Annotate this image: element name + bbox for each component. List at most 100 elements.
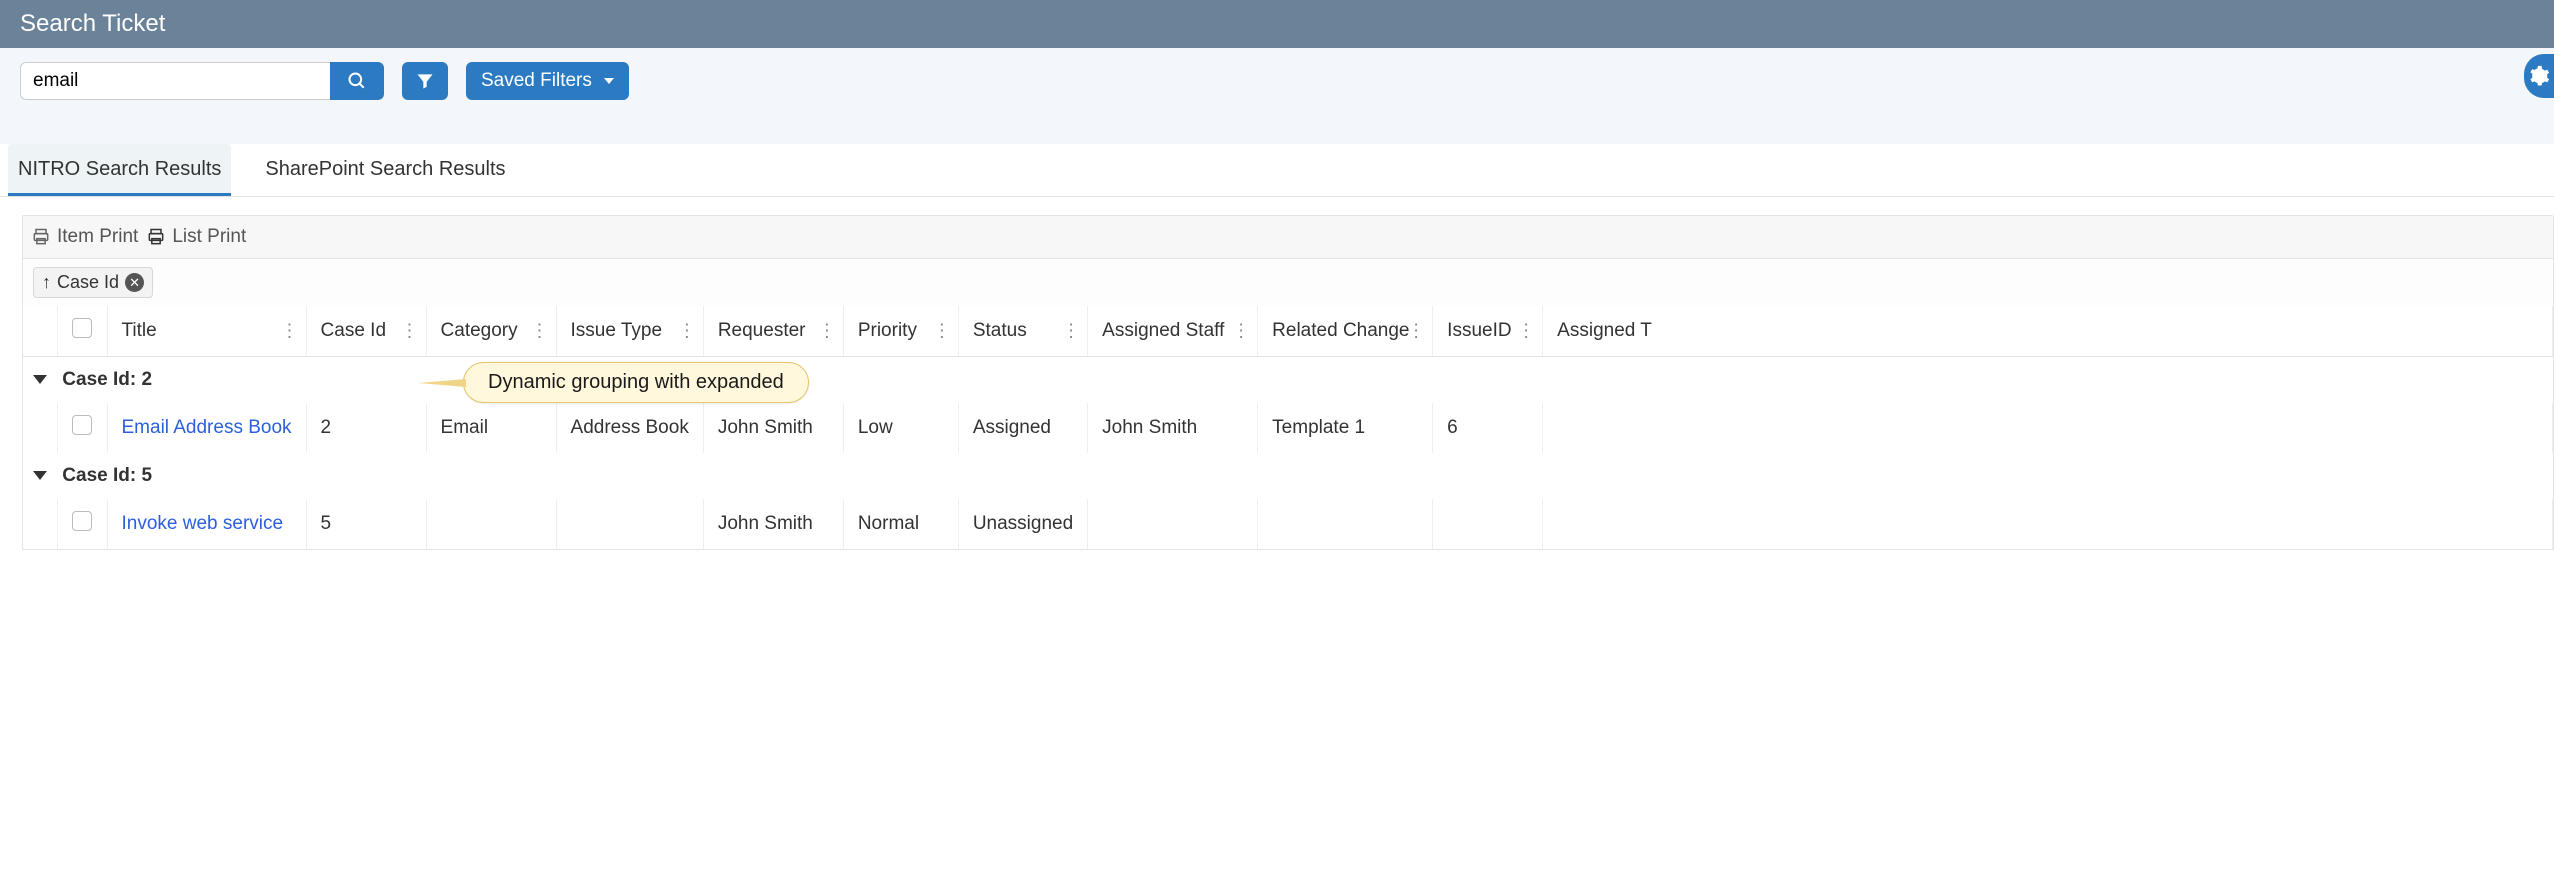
group-header-text: Case Id: 2 xyxy=(62,369,152,390)
col-label: Assigned Staff xyxy=(1102,320,1224,341)
tab-sharepoint-results[interactable]: SharePoint Search Results xyxy=(255,144,515,196)
callout-tail-icon xyxy=(418,379,466,387)
printer-icon xyxy=(31,227,51,247)
col-issueid[interactable]: IssueID ⋮ xyxy=(1433,306,1543,357)
col-assigned-t[interactable]: Assigned T xyxy=(1543,306,2553,357)
settings-tab[interactable] xyxy=(2524,54,2554,98)
column-menu-icon[interactable]: ⋮ xyxy=(818,321,835,342)
item-print-button[interactable]: Item Print xyxy=(31,226,138,248)
cell-related-change: Template 1 xyxy=(1258,403,1433,453)
cell-case-id: 5 xyxy=(306,499,426,549)
collapse-icon[interactable] xyxy=(33,375,47,384)
cell-issueid: 6 xyxy=(1433,403,1543,453)
col-label: Category xyxy=(441,320,518,341)
column-menu-icon[interactable]: ⋮ xyxy=(933,321,950,342)
funnel-icon xyxy=(415,71,435,91)
table-row: Email Address Book 2 Email Address Book … xyxy=(23,403,2553,453)
col-category[interactable]: Category ⋮ xyxy=(426,306,556,357)
cell-category xyxy=(426,499,556,549)
header-row: Title ⋮ Case Id ⋮ Category ⋮ Issue Type … xyxy=(23,306,2553,357)
select-all-checkbox[interactable] xyxy=(72,318,92,338)
column-menu-icon[interactable]: ⋮ xyxy=(531,321,548,342)
col-label: Title xyxy=(122,320,157,341)
remove-grouping-icon[interactable]: ✕ xyxy=(125,273,144,292)
search-button[interactable] xyxy=(330,62,384,100)
column-menu-icon[interactable]: ⋮ xyxy=(1517,321,1534,342)
toolbar: Saved Filters xyxy=(0,48,2554,144)
col-label: Issue Type xyxy=(571,320,663,341)
list-print-label: List Print xyxy=(172,226,246,248)
col-expand xyxy=(23,306,57,357)
cell-assigned-t xyxy=(1543,403,2553,453)
cell-case-id: 2 xyxy=(306,403,426,453)
collapse-icon[interactable] xyxy=(33,471,47,480)
group-tag-case-id[interactable]: ↑ Case Id ✕ xyxy=(33,267,153,298)
col-requester[interactable]: Requester ⋮ xyxy=(703,306,843,357)
col-label: Case Id xyxy=(321,320,386,341)
col-related-change[interactable]: Related Change ⋮ xyxy=(1258,306,1433,357)
cell-requester: John Smith xyxy=(703,499,843,549)
ticket-title-link[interactable]: Invoke web service xyxy=(122,513,284,534)
column-menu-icon[interactable]: ⋮ xyxy=(281,321,298,342)
search-input[interactable] xyxy=(20,62,330,100)
page-header: Search Ticket xyxy=(0,0,2554,48)
row-checkbox[interactable] xyxy=(72,415,92,435)
results-table-wrap: Dynamic grouping with expanded Title ⋮ C… xyxy=(22,306,2554,550)
cell-issue-type: Address Book xyxy=(556,403,703,453)
print-action-bar: Item Print List Print xyxy=(22,215,2554,259)
grouping-bar: ↑ Case Id ✕ xyxy=(22,259,2554,306)
col-assigned-staff[interactable]: Assigned Staff ⋮ xyxy=(1088,306,1258,357)
cell-status: Unassigned xyxy=(958,499,1087,549)
table-row: Invoke web service 5 John Smith Normal U… xyxy=(23,499,2553,549)
row-checkbox[interactable] xyxy=(72,511,92,531)
item-print-label: Item Print xyxy=(57,226,138,248)
cell-requester: John Smith xyxy=(703,403,843,453)
cell-assigned-staff: John Smith xyxy=(1088,403,1258,453)
saved-filters-label: Saved Filters xyxy=(481,70,592,92)
cell-category: Email xyxy=(426,403,556,453)
col-priority[interactable]: Priority ⋮ xyxy=(843,306,958,357)
column-menu-icon[interactable]: ⋮ xyxy=(401,321,418,342)
col-title[interactable]: Title ⋮ xyxy=(107,306,306,357)
ticket-title-link[interactable]: Email Address Book xyxy=(122,417,292,438)
cell-priority: Normal xyxy=(843,499,958,549)
cell-status: Assigned xyxy=(958,403,1087,453)
column-menu-icon[interactable]: ⋮ xyxy=(1062,321,1079,342)
group-header-text: Case Id: 5 xyxy=(62,465,152,486)
filter-button[interactable] xyxy=(402,62,448,100)
saved-filters-button[interactable]: Saved Filters xyxy=(466,62,629,100)
group-header-row[interactable]: Case Id: 2 xyxy=(23,357,2553,404)
col-select-all xyxy=(57,306,107,357)
col-label: IssueID xyxy=(1447,320,1511,341)
col-label: Assigned T xyxy=(1557,320,1652,341)
col-label: Related Change xyxy=(1272,320,1409,341)
column-menu-icon[interactable]: ⋮ xyxy=(1232,321,1249,342)
list-print-button[interactable]: List Print xyxy=(146,226,246,248)
col-label: Requester xyxy=(718,320,806,341)
cell-issueid xyxy=(1433,499,1543,549)
annotation-callout: Dynamic grouping with expanded xyxy=(463,362,809,403)
col-label: Priority xyxy=(858,320,917,341)
results-content: Item Print List Print ↑ Case Id ✕ Dynami… xyxy=(0,197,2554,550)
cell-priority: Low xyxy=(843,403,958,453)
cell-assigned-t xyxy=(1543,499,2553,549)
tab-label: SharePoint Search Results xyxy=(265,158,505,180)
sort-asc-icon: ↑ xyxy=(42,272,51,293)
col-issue-type[interactable]: Issue Type ⋮ xyxy=(556,306,703,357)
search-group xyxy=(20,62,384,100)
col-case-id[interactable]: Case Id ⋮ xyxy=(306,306,426,357)
search-icon xyxy=(347,71,367,91)
cell-assigned-staff xyxy=(1088,499,1258,549)
col-status[interactable]: Status ⋮ xyxy=(958,306,1087,357)
tab-nitro-results[interactable]: NITRO Search Results xyxy=(8,144,231,196)
col-label: Status xyxy=(973,320,1027,341)
cell-issue-type xyxy=(556,499,703,549)
column-menu-icon[interactable]: ⋮ xyxy=(1407,321,1424,342)
result-tabs: NITRO Search Results SharePoint Search R… xyxy=(0,144,2554,197)
group-tag-label: Case Id xyxy=(57,272,119,293)
group-header-row[interactable]: Case Id: 5 xyxy=(23,453,2553,499)
column-menu-icon[interactable]: ⋮ xyxy=(678,321,695,342)
callout-text: Dynamic grouping with expanded xyxy=(488,371,784,393)
page-title: Search Ticket xyxy=(20,10,165,37)
printer-icon xyxy=(146,227,166,247)
